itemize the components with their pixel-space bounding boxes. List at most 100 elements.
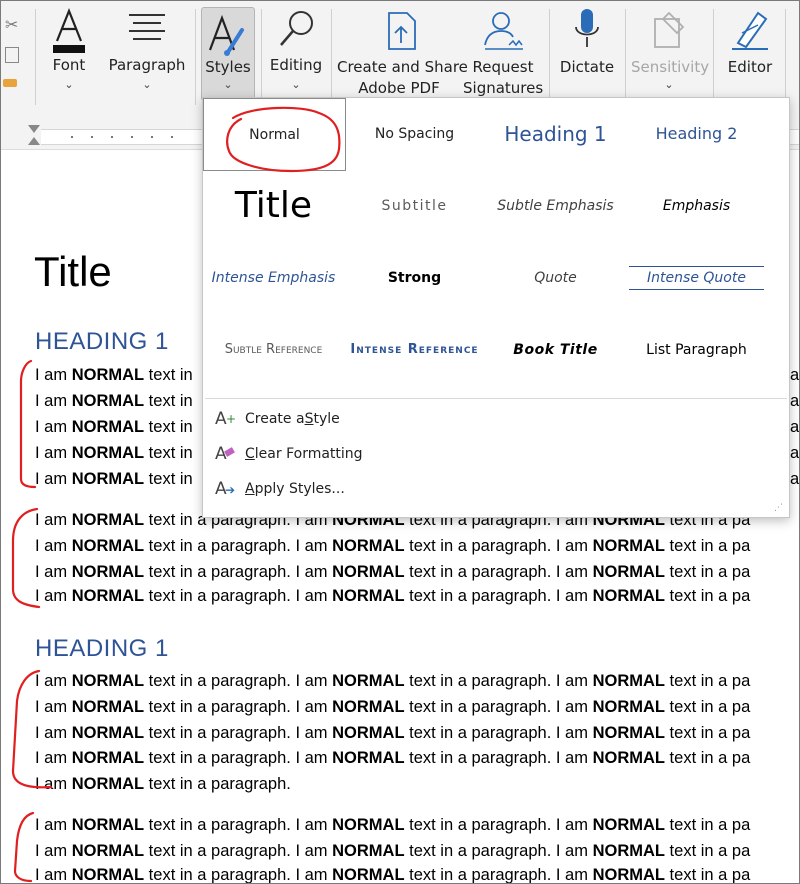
text-run: text in a pa [664, 842, 751, 860]
bold-run: NORMAL [71, 724, 145, 742]
bold-run: NORMAL [592, 724, 665, 742]
style-normal[interactable]: Normal [203, 98, 346, 171]
bold-run: NORMAL [592, 537, 665, 555]
style-intense-emphasis[interactable]: Intense Emphasis [203, 242, 344, 313]
ribbon-separator [261, 9, 262, 105]
sensitivity-icon [654, 11, 685, 48]
text-run: text in [144, 418, 193, 436]
bold-run: NORMAL [332, 537, 405, 555]
text-run: text in a paragraph. I am [144, 587, 333, 605]
request-signatures-button[interactable]: Request Signatures [463, 1, 543, 101]
style-subtle-emphasis[interactable]: Subtle Emphasis [485, 170, 626, 241]
create-style-icon: A + [215, 409, 237, 429]
bold-run: NORMAL [592, 587, 665, 605]
apply-styles-icon: A ➔ [215, 479, 236, 499]
bold-run: NORMAL [592, 749, 665, 767]
style-book-title[interactable]: Book Title [485, 314, 626, 385]
clear-formatting-menu-item[interactable]: A Clear Formatting [215, 441, 363, 467]
text-run: I am [35, 587, 72, 605]
style-list-paragraph[interactable]: List Paragraph [626, 314, 767, 385]
document-line: I am NORMAL text in a paragraph. I am NO… [35, 672, 750, 691]
text-run: text in a paragraph. I am [144, 749, 333, 767]
bold-run: NORMAL [71, 366, 145, 384]
editor-label: Editor [727, 58, 773, 76]
editor-pen-icon [732, 11, 768, 50]
style-intense-quote[interactable]: Intense Quote [626, 242, 767, 313]
text-run: text in a paragraph. I am [404, 672, 593, 690]
style-strong[interactable]: Strong [344, 242, 485, 313]
paragraph-label: Paragraph [108, 56, 186, 74]
document-line: I am NORMAL text in a paragraph. I am NO… [35, 587, 750, 606]
text-run: text in a paragraph. I am [404, 749, 593, 767]
style-title[interactable]: Title [203, 170, 344, 241]
text-run: text in a paragraph. I am [404, 724, 593, 742]
text-run: text in a paragraph. I am [404, 842, 593, 860]
ribbon-separator [625, 9, 626, 105]
dictate-button[interactable]: Dictate [555, 1, 619, 101]
document-line: I am NORMAL text in a paragraph. I am NO… [35, 537, 750, 556]
ribbon-separator [713, 9, 714, 105]
bold-run: NORMAL [71, 470, 145, 488]
styles-button[interactable]: Styles ⌄ [201, 7, 255, 101]
paragraph-button[interactable]: Paragraph ⌄ [107, 1, 187, 101]
text-run: I am [35, 366, 72, 384]
menu-text: lear Formatting [254, 446, 363, 462]
text-run: text in a paragraph. I am [404, 698, 593, 716]
text-run: text in [144, 392, 193, 410]
apply-styles-menu-item[interactable]: A ➔ Apply Styles... [215, 476, 345, 502]
style-intense-reference[interactable]: Intense Reference [344, 314, 485, 385]
line-fragment: a [790, 366, 800, 384]
bold-run: NORMAL [332, 672, 405, 690]
style-heading-2[interactable]: Heading 2 [626, 98, 767, 169]
bold-run: NORMAL [332, 587, 405, 605]
hanging-indent-marker-icon[interactable] [28, 137, 40, 145]
chevron-down-icon: ⌄ [64, 78, 74, 91]
signature-icon [484, 12, 523, 50]
chevron-down-icon: ⌄ [291, 78, 301, 91]
menu-text: pply Styles... [254, 481, 345, 497]
create-style-menu-item[interactable]: A + Create a Style [215, 406, 340, 432]
bold-run: NORMAL [71, 749, 145, 767]
text-run: text in a paragraph. I am [404, 563, 593, 581]
editing-button[interactable]: Editing ⌄ [267, 1, 325, 101]
create-share-adobe-pdf-button[interactable]: Create and Share Adobe PDF [337, 1, 468, 101]
styles-gallery[interactable]: Normal No Spacing Heading 1 Heading 2 Ti… [202, 97, 790, 518]
document-line: I am NORMAL text in a paragraph. [35, 775, 291, 794]
text-run: I am [35, 749, 72, 767]
line-fragment: a [790, 444, 800, 462]
text-run: I am [35, 470, 72, 488]
menu-accelerator: C [245, 446, 255, 462]
styles-label: Styles [205, 58, 251, 76]
bold-run: NORMAL [592, 842, 665, 860]
ribbon-separator [195, 9, 196, 105]
text-run: I am [35, 866, 72, 884]
copy-icon[interactable] [5, 47, 19, 63]
intense-quote-label: Intense Quote [629, 265, 764, 290]
chevron-down-icon: ⌄ [664, 78, 674, 91]
line-fragment: a [790, 392, 800, 410]
style-heading-1[interactable]: Heading 1 [485, 98, 626, 169]
resize-grip-icon[interactable]: ⋰ [774, 503, 783, 513]
ruler-tick [151, 136, 153, 138]
text-run: text in a paragraph. I am [144, 537, 333, 555]
style-no-spacing[interactable]: No Spacing [344, 98, 485, 169]
bold-run: NORMAL [71, 418, 145, 436]
format-painter-icon[interactable] [3, 79, 17, 87]
style-quote[interactable]: Quote [485, 242, 626, 313]
text-run: I am [35, 444, 72, 462]
style-subtle-reference[interactable]: Subtle Reference [203, 314, 344, 385]
document-line: I am NORMAL text in a paragraph. I am NO… [35, 698, 750, 717]
document-line: I am NORMAL text in [35, 366, 193, 385]
text-run: text in a pa [664, 816, 751, 834]
indent-marker-icon[interactable] [28, 125, 40, 133]
text-run: text in a paragraph. I am [144, 563, 333, 581]
font-button[interactable]: Font ⌄ [41, 1, 97, 101]
sensitivity-button[interactable]: Sensitivity ⌄ [631, 1, 709, 101]
bold-run: NORMAL [592, 698, 665, 716]
style-emphasis[interactable]: Emphasis [626, 170, 767, 241]
editor-button[interactable]: Editor [719, 1, 781, 101]
bold-run: NORMAL [332, 563, 405, 581]
style-subtitle[interactable]: Subtitle [344, 170, 485, 241]
cut-icon[interactable]: ✂ [5, 15, 18, 34]
text-run: text in a pa [664, 749, 751, 767]
